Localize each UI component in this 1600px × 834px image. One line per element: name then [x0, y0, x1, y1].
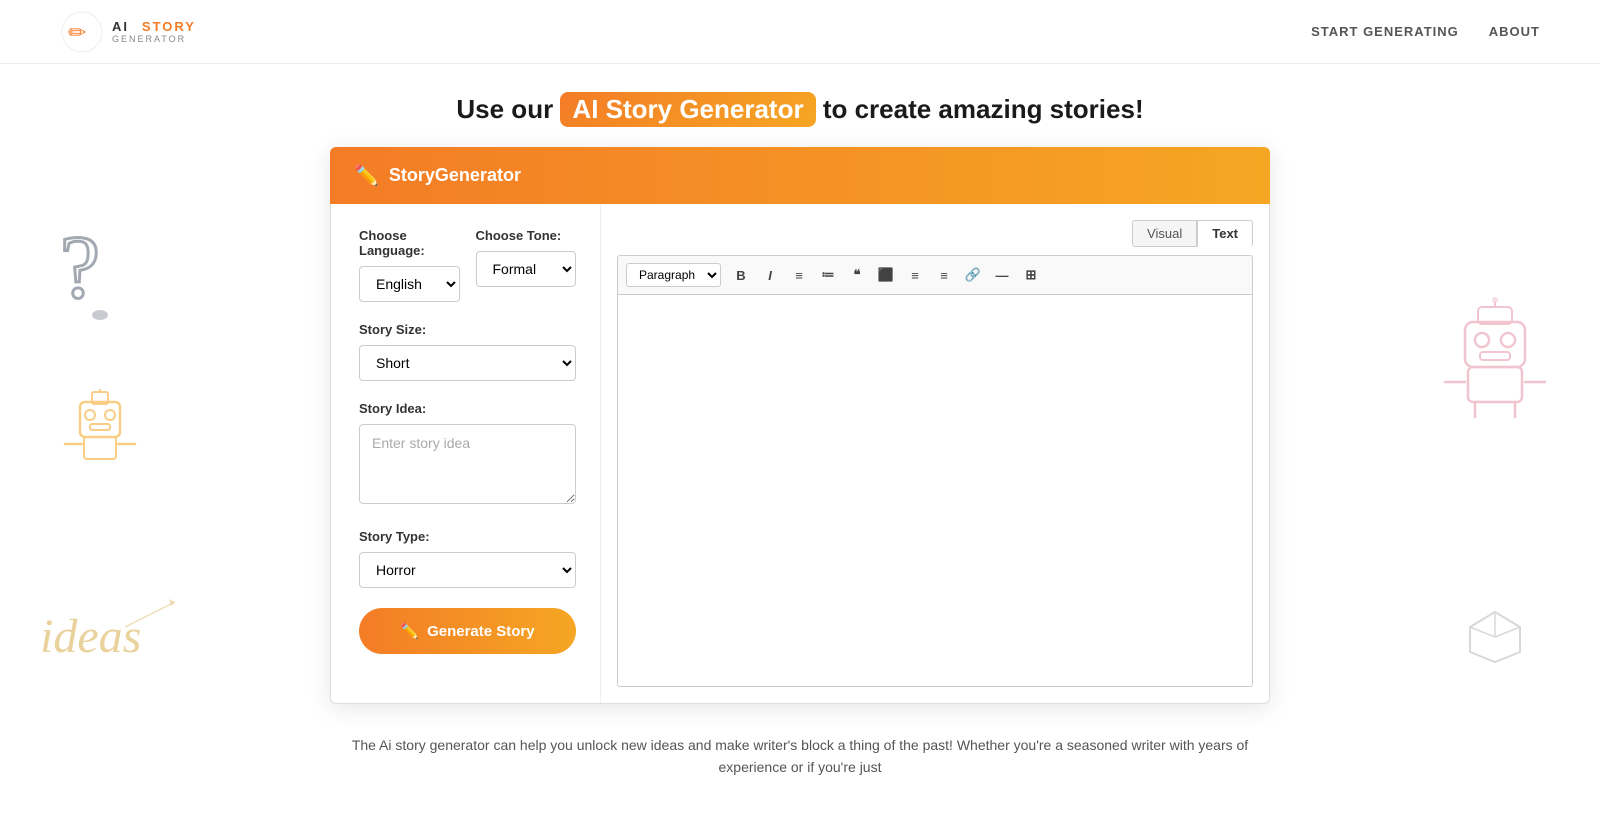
story-idea-textarea[interactable] [359, 424, 576, 504]
logo-story: STORY [142, 19, 196, 34]
footer-description: The Ai story generator can help you unlo… [300, 734, 1300, 779]
deco-ideas: ideas [35, 587, 195, 692]
toolbar-hr-button[interactable]: — [989, 262, 1015, 288]
logo-text: AI STORY GENERATOR [112, 18, 196, 45]
language-group: Choose Language: English Spanish French … [359, 228, 460, 302]
story-size-label: Story Size: [359, 322, 576, 337]
story-idea-group: Story Idea: [359, 401, 576, 509]
panel-header-icon: ✏️ [354, 163, 379, 188]
editor-tabs: Visual Text [617, 220, 1253, 247]
hero-suffix: to create amazing stories! [823, 94, 1144, 124]
tone-group: Choose Tone: Formal Casual Humorous Seri… [476, 228, 577, 287]
panel-header-title: StoryGenerator [389, 165, 521, 186]
panel-wrap: ✏️ StoryGenerator Choose Language: Engli… [330, 147, 1270, 704]
main-wrap: ? ideas [0, 147, 1600, 704]
svg-text:✏: ✏ [68, 20, 87, 45]
logo-generator: GENERATOR [112, 35, 196, 45]
generate-icon: ✏️ [400, 622, 419, 640]
deco-robot-right [1440, 292, 1550, 422]
navbar: ✏ AI STORY GENERATOR START GENERATING AB… [0, 0, 1600, 64]
editor-textarea[interactable] [617, 294, 1253, 687]
nav-links: START GENERATING ABOUT [1311, 24, 1540, 39]
toolbar-quote-button[interactable]: ❝ [844, 262, 870, 288]
toolbar-bold-button[interactable]: B [728, 262, 754, 288]
tab-text[interactable]: Text [1197, 220, 1253, 247]
hero-heading: Use our AI Story Generator to create ama… [0, 64, 1600, 137]
panel-body: Choose Language: English Spanish French … [330, 204, 1270, 704]
story-type-group: Story Type: Horror Romance Adventure Sci… [359, 529, 576, 588]
panel-header: ✏️ StoryGenerator [330, 147, 1270, 204]
generate-story-button[interactable]: ✏️ Generate Story [359, 608, 576, 654]
toolbar-align-left-button[interactable]: ⬛ [873, 262, 899, 288]
story-type-select[interactable]: Horror Romance Adventure Sci-Fi Fantasy … [359, 552, 576, 588]
story-idea-label: Story Idea: [359, 401, 576, 416]
editor-toolbar: Paragraph B I ≡ ≔ ❝ ⬛ ≡ ≡ 🔗 — ⊞ [617, 255, 1253, 294]
deco-question-mark: ? [55, 217, 145, 327]
toolbar-link-button[interactable]: 🔗 [960, 262, 986, 288]
story-size-group: Story Size: Short Medium Long [359, 322, 576, 381]
tone-label: Choose Tone: [476, 228, 577, 243]
toolbar-align-center-button[interactable]: ≡ [902, 262, 928, 288]
story-size-select[interactable]: Short Medium Long [359, 345, 576, 381]
toolbar-align-right-button[interactable]: ≡ [931, 262, 957, 288]
logo-ai: AI [112, 19, 129, 34]
deco-cube [1465, 607, 1525, 667]
language-label: Choose Language: [359, 228, 460, 258]
toolbar-table-button[interactable]: ⊞ [1018, 262, 1044, 288]
nav-about[interactable]: ABOUT [1489, 24, 1540, 39]
nav-start-generating[interactable]: START GENERATING [1311, 24, 1459, 39]
logo-icon: ✏ [60, 10, 104, 54]
footer-text-content: The Ai story generator can help you unlo… [352, 737, 1248, 775]
toolbar-italic-button[interactable]: I [757, 262, 783, 288]
toolbar-ol-button[interactable]: ≔ [815, 262, 841, 288]
story-type-label: Story Type: [359, 529, 576, 544]
language-select[interactable]: English Spanish French German [359, 266, 460, 302]
toolbar-ul-button[interactable]: ≡ [786, 262, 812, 288]
tone-select[interactable]: Formal Casual Humorous Serious [476, 251, 577, 287]
hero-prefix: Use our [456, 94, 560, 124]
generate-label: Generate Story [427, 623, 535, 640]
logo: ✏ AI STORY GENERATOR [60, 10, 196, 54]
svg-text:?: ? [60, 218, 100, 317]
deco-robot-left [60, 382, 140, 472]
story-generator-panel: ✏️ StoryGenerator Choose Language: Engli… [330, 147, 1270, 704]
hero-highlight: AI Story Generator [560, 92, 815, 127]
editor-column: Visual Text Paragraph B I ≡ ≔ ❝ ⬛ ≡ [601, 204, 1269, 703]
toolbar-paragraph-select[interactable]: Paragraph [626, 263, 721, 287]
svg-text:ideas: ideas [40, 610, 141, 663]
tab-visual[interactable]: Visual [1132, 220, 1197, 247]
form-column: Choose Language: English Spanish French … [331, 204, 601, 703]
